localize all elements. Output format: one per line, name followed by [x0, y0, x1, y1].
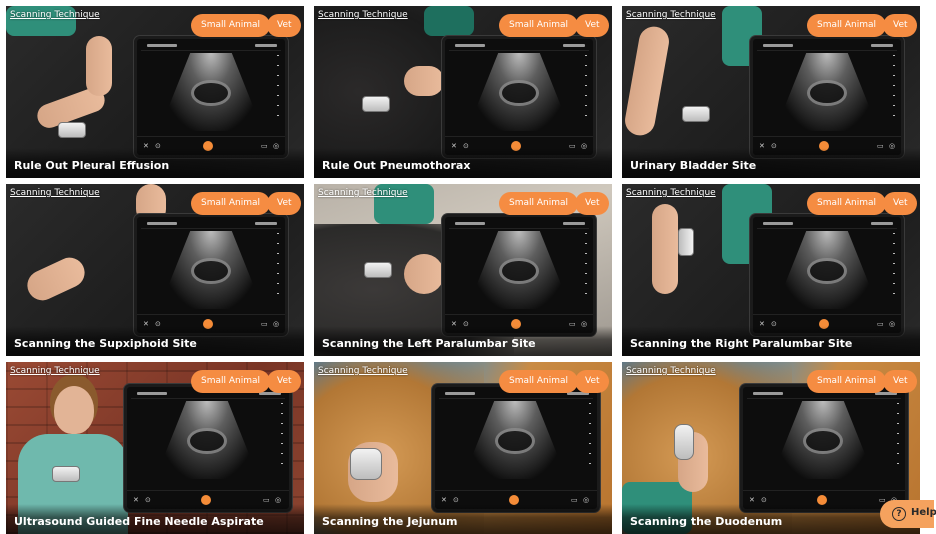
tag-scanning-technique[interactable]: Scanning Technique	[318, 10, 408, 20]
card-title[interactable]: Scanning the Right Paralumbar Site	[630, 337, 852, 350]
video-card[interactable]: ✕ ⊙ ▭ ◎ Scanning Technique Small Animal …	[622, 6, 920, 178]
video-card[interactable]: ✕ ⊙ ▭ ◎ Scanning Technique Small Animal …	[314, 362, 612, 534]
tablet-screen: ✕ ⊙ ▭ ◎	[750, 214, 904, 336]
ultrasound-image	[463, 401, 567, 479]
tag-scanning-technique[interactable]: Scanning Technique	[318, 366, 408, 376]
tablet-screen: ✕ ⊙ ▭ ◎	[134, 36, 288, 158]
badge-vet[interactable]: Vet	[575, 370, 609, 393]
hand	[404, 66, 444, 96]
close-icon: ✕	[133, 496, 139, 504]
arm	[652, 204, 678, 294]
tag-scanning-technique[interactable]: Scanning Technique	[626, 366, 716, 376]
badge-vet[interactable]: Vet	[267, 192, 301, 215]
video-card[interactable]: ✕ ⊙ ▭ ◎ Scanning Technique Small Animal …	[314, 6, 612, 178]
settings-icon: ⊙	[761, 496, 767, 504]
ultrasound-probe-icon	[52, 466, 80, 482]
ultrasound-image	[159, 231, 263, 309]
tag-scanning-technique[interactable]: Scanning Technique	[626, 10, 716, 20]
badge-small-animal[interactable]: Small Animal	[807, 192, 887, 215]
badge-small-animal[interactable]: Small Animal	[499, 370, 579, 393]
badge-vet[interactable]: Vet	[883, 192, 917, 215]
scrub-sleeve	[424, 6, 474, 36]
ultrasound-probe-icon	[364, 262, 392, 278]
video-card[interactable]: ✕ ⊙ ▭ ◎ Scanning Technique Small Animal …	[314, 184, 612, 356]
ultrasound-probe-icon	[362, 96, 390, 112]
help-button[interactable]: ? Help	[880, 500, 936, 528]
card-title[interactable]: Rule Out Pleural Effusion	[14, 159, 169, 172]
card-title[interactable]: Scanning the Duodenum	[630, 515, 782, 528]
save-icon: ▭	[263, 496, 270, 504]
close-icon: ✕	[749, 496, 755, 504]
tablet-screen: ✕ ⊙ ▭ ◎	[442, 36, 596, 158]
tablet-screen: ✕ ⊙ ▭ ◎	[134, 214, 288, 336]
ultrasound-image	[467, 231, 571, 309]
close-icon: ✕	[441, 496, 447, 504]
tag-scanning-technique[interactable]: Scanning Technique	[318, 188, 408, 198]
badge-small-animal[interactable]: Small Animal	[191, 192, 271, 215]
ultrasound-image	[775, 53, 879, 131]
hand	[404, 254, 444, 294]
video-card[interactable]: ✕ ⊙ ▭ ◎ Scanning Technique Small Animal …	[622, 362, 920, 534]
badge-vet[interactable]: Vet	[575, 14, 609, 37]
ultrasound-probe-icon	[682, 106, 710, 122]
tag-scanning-technique[interactable]: Scanning Technique	[10, 188, 100, 198]
badge-vet[interactable]: Vet	[575, 192, 609, 215]
camera-icon: ◎	[275, 496, 282, 504]
card-title[interactable]: Scanning the Left Paralumbar Site	[322, 337, 536, 350]
badge-small-animal[interactable]: Small Animal	[191, 370, 271, 393]
ultrasound-probe-icon	[58, 122, 86, 138]
video-card[interactable]: ✕ ⊙ ▭ ◎ Scanning Technique Small Animal …	[6, 6, 304, 178]
tag-scanning-technique[interactable]: Scanning Technique	[10, 366, 100, 376]
ultrasound-image	[775, 231, 879, 309]
ultrasound-probe-icon	[350, 448, 382, 480]
card-title[interactable]: Rule Out Pneumothorax	[322, 159, 470, 172]
ultrasound-image	[467, 53, 571, 131]
ultrasound-probe-icon	[674, 424, 694, 460]
video-card[interactable]: ✕ ⊙ ▭ ◎ Scanning Technique Small Animal …	[6, 362, 304, 534]
card-title[interactable]: Ultrasound Guided Fine Needle Aspirate	[14, 515, 264, 528]
card-title[interactable]: Scanning the Jejunum	[322, 515, 458, 528]
help-label: Help	[911, 507, 936, 518]
video-card[interactable]: ✕ ⊙ ▭ ◎ Scanning Technique Small Animal …	[622, 184, 920, 356]
badge-vet[interactable]: Vet	[883, 370, 917, 393]
settings-icon: ⊙	[453, 496, 459, 504]
arm	[86, 36, 112, 96]
ultrasound-probe-icon	[678, 228, 694, 256]
settings-icon: ⊙	[145, 496, 151, 504]
tablet-screen: ✕ ⊙ ▭ ◎	[740, 384, 908, 512]
badge-small-animal[interactable]: Small Animal	[807, 370, 887, 393]
tablet-screen: ✕ ⊙ ▭ ◎	[432, 384, 600, 512]
badge-small-animal[interactable]: Small Animal	[807, 14, 887, 37]
badge-vet[interactable]: Vet	[267, 14, 301, 37]
ultrasound-image	[159, 53, 263, 131]
tablet-screen: ✕ ⊙ ▭ ◎	[442, 214, 596, 336]
card-title[interactable]: Urinary Bladder Site	[630, 159, 756, 172]
card-title[interactable]: Scanning the Supxiphoid Site	[14, 337, 197, 350]
badge-small-animal[interactable]: Small Animal	[191, 14, 271, 37]
tag-scanning-technique[interactable]: Scanning Technique	[10, 10, 100, 20]
video-card[interactable]: ✕ ⊙ ▭ ◎ Scanning Technique Small Animal …	[6, 184, 304, 356]
tablet-screen: ✕ ⊙ ▭ ◎	[750, 36, 904, 158]
badge-vet[interactable]: Vet	[883, 14, 917, 37]
video-card-grid: ✕ ⊙ ▭ ◎ Scanning Technique Small Animal …	[6, 6, 930, 534]
ultrasound-image	[155, 401, 259, 479]
badge-small-animal[interactable]: Small Animal	[499, 192, 579, 215]
tag-scanning-technique[interactable]: Scanning Technique	[626, 188, 716, 198]
save-icon: ▭	[571, 496, 578, 504]
question-circle-icon: ?	[892, 507, 906, 521]
badge-small-animal[interactable]: Small Animal	[499, 14, 579, 37]
tablet-screen: ✕ ⊙ ▭ ◎	[124, 384, 292, 512]
camera-icon: ◎	[583, 496, 590, 504]
veterinarian-head	[54, 386, 94, 434]
ultrasound-image	[771, 401, 875, 479]
badge-vet[interactable]: Vet	[267, 370, 301, 393]
